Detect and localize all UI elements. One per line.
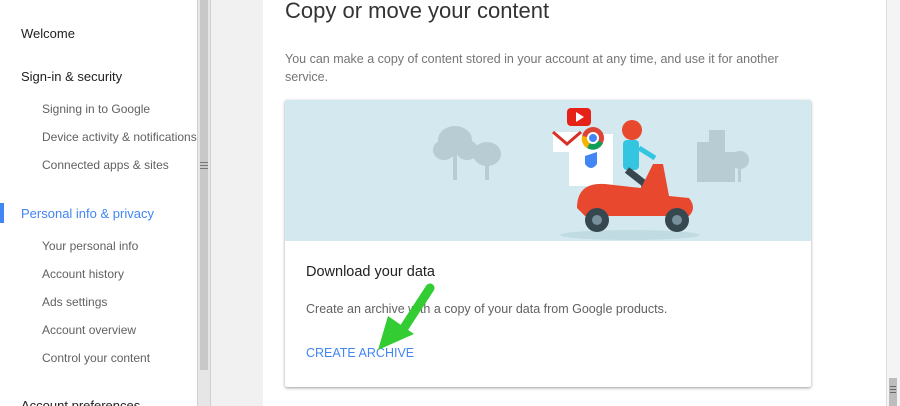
nav-item-ads-settings[interactable]: Ads settings — [42, 295, 107, 309]
page-title: Copy or move your content — [285, 0, 550, 23]
page-description: You can make a copy of content stored in… — [285, 52, 779, 84]
chrome-icon — [581, 127, 604, 150]
scooter-illustration — [433, 108, 749, 240]
nav-personal-info-privacy[interactable]: Personal info & privacy — [21, 206, 154, 221]
page-scrollbar[interactable] — [886, 0, 900, 406]
splitter-grip-icon[interactable] — [200, 162, 208, 172]
nav-item-device-activity[interactable]: Device activity & notifications — [42, 130, 197, 144]
active-section-marker — [0, 203, 4, 223]
sidebar: Welcome Sign-in & security Signing in to… — [0, 0, 197, 406]
content-panel: Copy or move your content You can make a… — [263, 0, 886, 406]
sidebar-scroll-thumb[interactable] — [200, 0, 208, 370]
nav-sign-in-security[interactable]: Sign-in & security — [21, 69, 122, 84]
sidebar-scrollbar[interactable] — [197, 0, 211, 406]
helmet-icon — [622, 120, 642, 140]
nav-item-connected-apps[interactable]: Connected apps & sites — [42, 158, 169, 172]
annotation-arrow-icon — [378, 283, 435, 350]
download-data-card: Download your data Create an archive wit… — [285, 100, 811, 387]
card-hero-illustration — [285, 100, 811, 241]
scroll-grip-icon — [890, 386, 896, 395]
card-title: Download your data — [306, 264, 435, 280]
nav-item-signing-in[interactable]: Signing in to Google — [42, 102, 150, 116]
card-description: Create an archive with a copy of your da… — [306, 302, 668, 316]
buildings-icon — [697, 130, 749, 182]
nav-item-control-your-content[interactable]: Control your content — [42, 351, 150, 365]
nav-welcome[interactable]: Welcome — [21, 26, 75, 41]
nav-item-account-overview[interactable]: Account overview — [42, 323, 136, 337]
nav-item-your-personal-info[interactable]: Your personal info — [42, 239, 138, 253]
nav-account-preferences[interactable]: Account preferences — [21, 398, 140, 406]
trees-icon — [433, 126, 501, 180]
nav-item-account-history[interactable]: Account history — [42, 267, 124, 281]
main-area: Copy or move your content You can make a… — [211, 0, 886, 406]
